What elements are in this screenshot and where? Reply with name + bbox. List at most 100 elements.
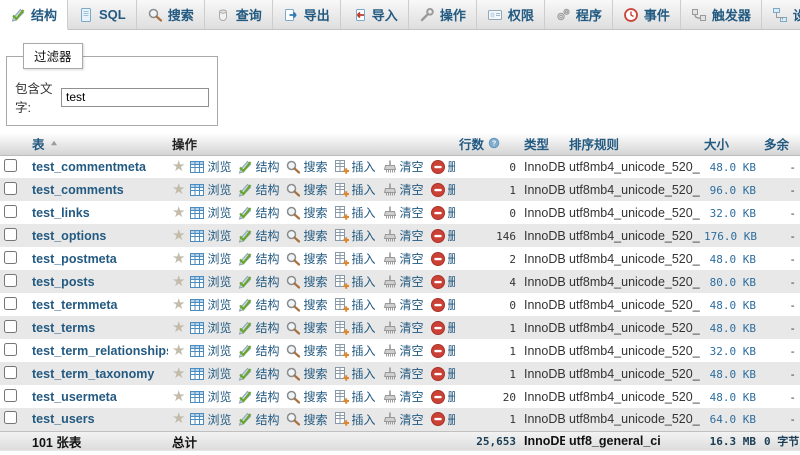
filter-input[interactable]: [61, 88, 209, 107]
favorite-star-icon[interactable]: ★: [172, 182, 185, 198]
table-name-link[interactable]: test_comments: [32, 183, 124, 197]
row-checkbox[interactable]: [4, 366, 17, 379]
action-search[interactable]: 搜索: [285, 296, 327, 313]
header-overhead[interactable]: 多余: [760, 133, 800, 155]
action-drop[interactable]: 删除: [430, 319, 455, 336]
row-checkbox[interactable]: [4, 159, 17, 172]
action-empty[interactable]: 清空: [382, 365, 424, 382]
action-structure[interactable]: 结构: [237, 273, 279, 290]
favorite-star-icon[interactable]: ★: [172, 343, 185, 359]
tab-import[interactable]: 导入: [341, 0, 409, 29]
table-name-link[interactable]: test_term_relationships: [32, 344, 168, 358]
action-browse[interactable]: 浏览: [189, 227, 231, 244]
action-structure[interactable]: 结构: [237, 296, 279, 313]
action-insert[interactable]: 插入: [334, 388, 376, 405]
table-name-link[interactable]: test_links: [32, 206, 90, 220]
header-size[interactable]: 大小: [700, 133, 760, 155]
favorite-star-icon[interactable]: ★: [172, 366, 185, 382]
action-structure[interactable]: 结构: [237, 158, 279, 175]
favorite-star-icon[interactable]: ★: [172, 411, 185, 427]
action-browse[interactable]: 浏览: [189, 342, 231, 359]
action-search[interactable]: 搜索: [285, 204, 327, 221]
action-insert[interactable]: 插入: [334, 227, 376, 244]
tab-events[interactable]: 事件: [613, 0, 681, 29]
action-search[interactable]: 搜索: [285, 250, 327, 267]
action-browse[interactable]: 浏览: [189, 181, 231, 198]
action-browse[interactable]: 浏览: [189, 273, 231, 290]
action-insert[interactable]: 插入: [334, 204, 376, 221]
table-name-link[interactable]: test_users: [32, 412, 95, 426]
row-checkbox[interactable]: [4, 297, 17, 310]
action-insert[interactable]: 插入: [334, 181, 376, 198]
action-structure[interactable]: 结构: [237, 204, 279, 221]
action-drop[interactable]: 删除: [430, 250, 455, 267]
action-drop[interactable]: 删除: [430, 227, 455, 244]
action-structure[interactable]: 结构: [237, 181, 279, 198]
row-checkbox[interactable]: [4, 251, 17, 264]
action-insert[interactable]: 插入: [334, 319, 376, 336]
tab-sql[interactable]: SQL: [68, 0, 137, 29]
action-empty[interactable]: 清空: [382, 204, 424, 221]
tab-routines[interactable]: 程序: [545, 0, 613, 29]
action-browse[interactable]: 浏览: [189, 411, 231, 428]
tab-privileges[interactable]: 权限: [477, 0, 545, 29]
action-empty[interactable]: 清空: [382, 158, 424, 175]
action-empty[interactable]: 清空: [382, 227, 424, 244]
action-browse[interactable]: 浏览: [189, 296, 231, 313]
tab-operations[interactable]: 操作: [409, 0, 477, 29]
table-name-link[interactable]: test_postmeta: [32, 252, 117, 266]
action-browse[interactable]: 浏览: [189, 158, 231, 175]
action-structure[interactable]: 结构: [237, 411, 279, 428]
action-empty[interactable]: 清空: [382, 181, 424, 198]
favorite-star-icon[interactable]: ★: [172, 251, 185, 267]
action-browse[interactable]: 浏览: [189, 204, 231, 221]
action-structure[interactable]: 结构: [237, 342, 279, 359]
row-checkbox[interactable]: [4, 389, 17, 402]
favorite-star-icon[interactable]: ★: [172, 297, 185, 313]
tab-query[interactable]: 查询: [205, 0, 273, 29]
favorite-star-icon[interactable]: ★: [172, 389, 185, 405]
row-checkbox[interactable]: [4, 182, 17, 195]
action-empty[interactable]: 清空: [382, 411, 424, 428]
action-browse[interactable]: 浏览: [189, 365, 231, 382]
row-checkbox[interactable]: [4, 411, 17, 424]
tab-triggers[interactable]: 触发器: [681, 0, 762, 29]
action-structure[interactable]: 结构: [237, 319, 279, 336]
favorite-star-icon[interactable]: ★: [172, 205, 185, 221]
table-name-link[interactable]: test_posts: [32, 275, 95, 289]
action-empty[interactable]: 清空: [382, 296, 424, 313]
action-structure[interactable]: 结构: [237, 365, 279, 382]
action-search[interactable]: 搜索: [285, 319, 327, 336]
action-drop[interactable]: 删除: [430, 388, 455, 405]
action-drop[interactable]: 删除: [430, 273, 455, 290]
action-insert[interactable]: 插入: [334, 411, 376, 428]
action-empty[interactable]: 清空: [382, 319, 424, 336]
action-search[interactable]: 搜索: [285, 365, 327, 382]
action-search[interactable]: 搜索: [285, 388, 327, 405]
header-rows[interactable]: 行数 ?: [455, 133, 520, 155]
action-browse[interactable]: 浏览: [189, 319, 231, 336]
tab-search[interactable]: 搜索: [137, 0, 205, 29]
action-search[interactable]: 搜索: [285, 158, 327, 175]
action-drop[interactable]: 删除: [430, 365, 455, 382]
action-drop[interactable]: 删除: [430, 296, 455, 313]
action-search[interactable]: 搜索: [285, 273, 327, 290]
table-name-link[interactable]: test_terms: [32, 321, 95, 335]
help-icon[interactable]: ?: [488, 137, 500, 149]
action-browse[interactable]: 浏览: [189, 388, 231, 405]
action-drop[interactable]: 删除: [430, 204, 455, 221]
table-name-link[interactable]: test_term_taxonomy: [32, 367, 154, 381]
action-search[interactable]: 搜索: [285, 181, 327, 198]
action-insert[interactable]: 插入: [334, 273, 376, 290]
action-drop[interactable]: 删除: [430, 158, 455, 175]
action-empty[interactable]: 清空: [382, 273, 424, 290]
action-browse[interactable]: 浏览: [189, 250, 231, 267]
header-collation[interactable]: 排序规则: [565, 133, 700, 155]
action-structure[interactable]: 结构: [237, 250, 279, 267]
row-checkbox[interactable]: [4, 343, 17, 356]
action-insert[interactable]: 插入: [334, 158, 376, 175]
action-insert[interactable]: 插入: [334, 342, 376, 359]
action-drop[interactable]: 删除: [430, 342, 455, 359]
row-checkbox[interactable]: [4, 274, 17, 287]
table-name-link[interactable]: test_usermeta: [32, 390, 117, 404]
